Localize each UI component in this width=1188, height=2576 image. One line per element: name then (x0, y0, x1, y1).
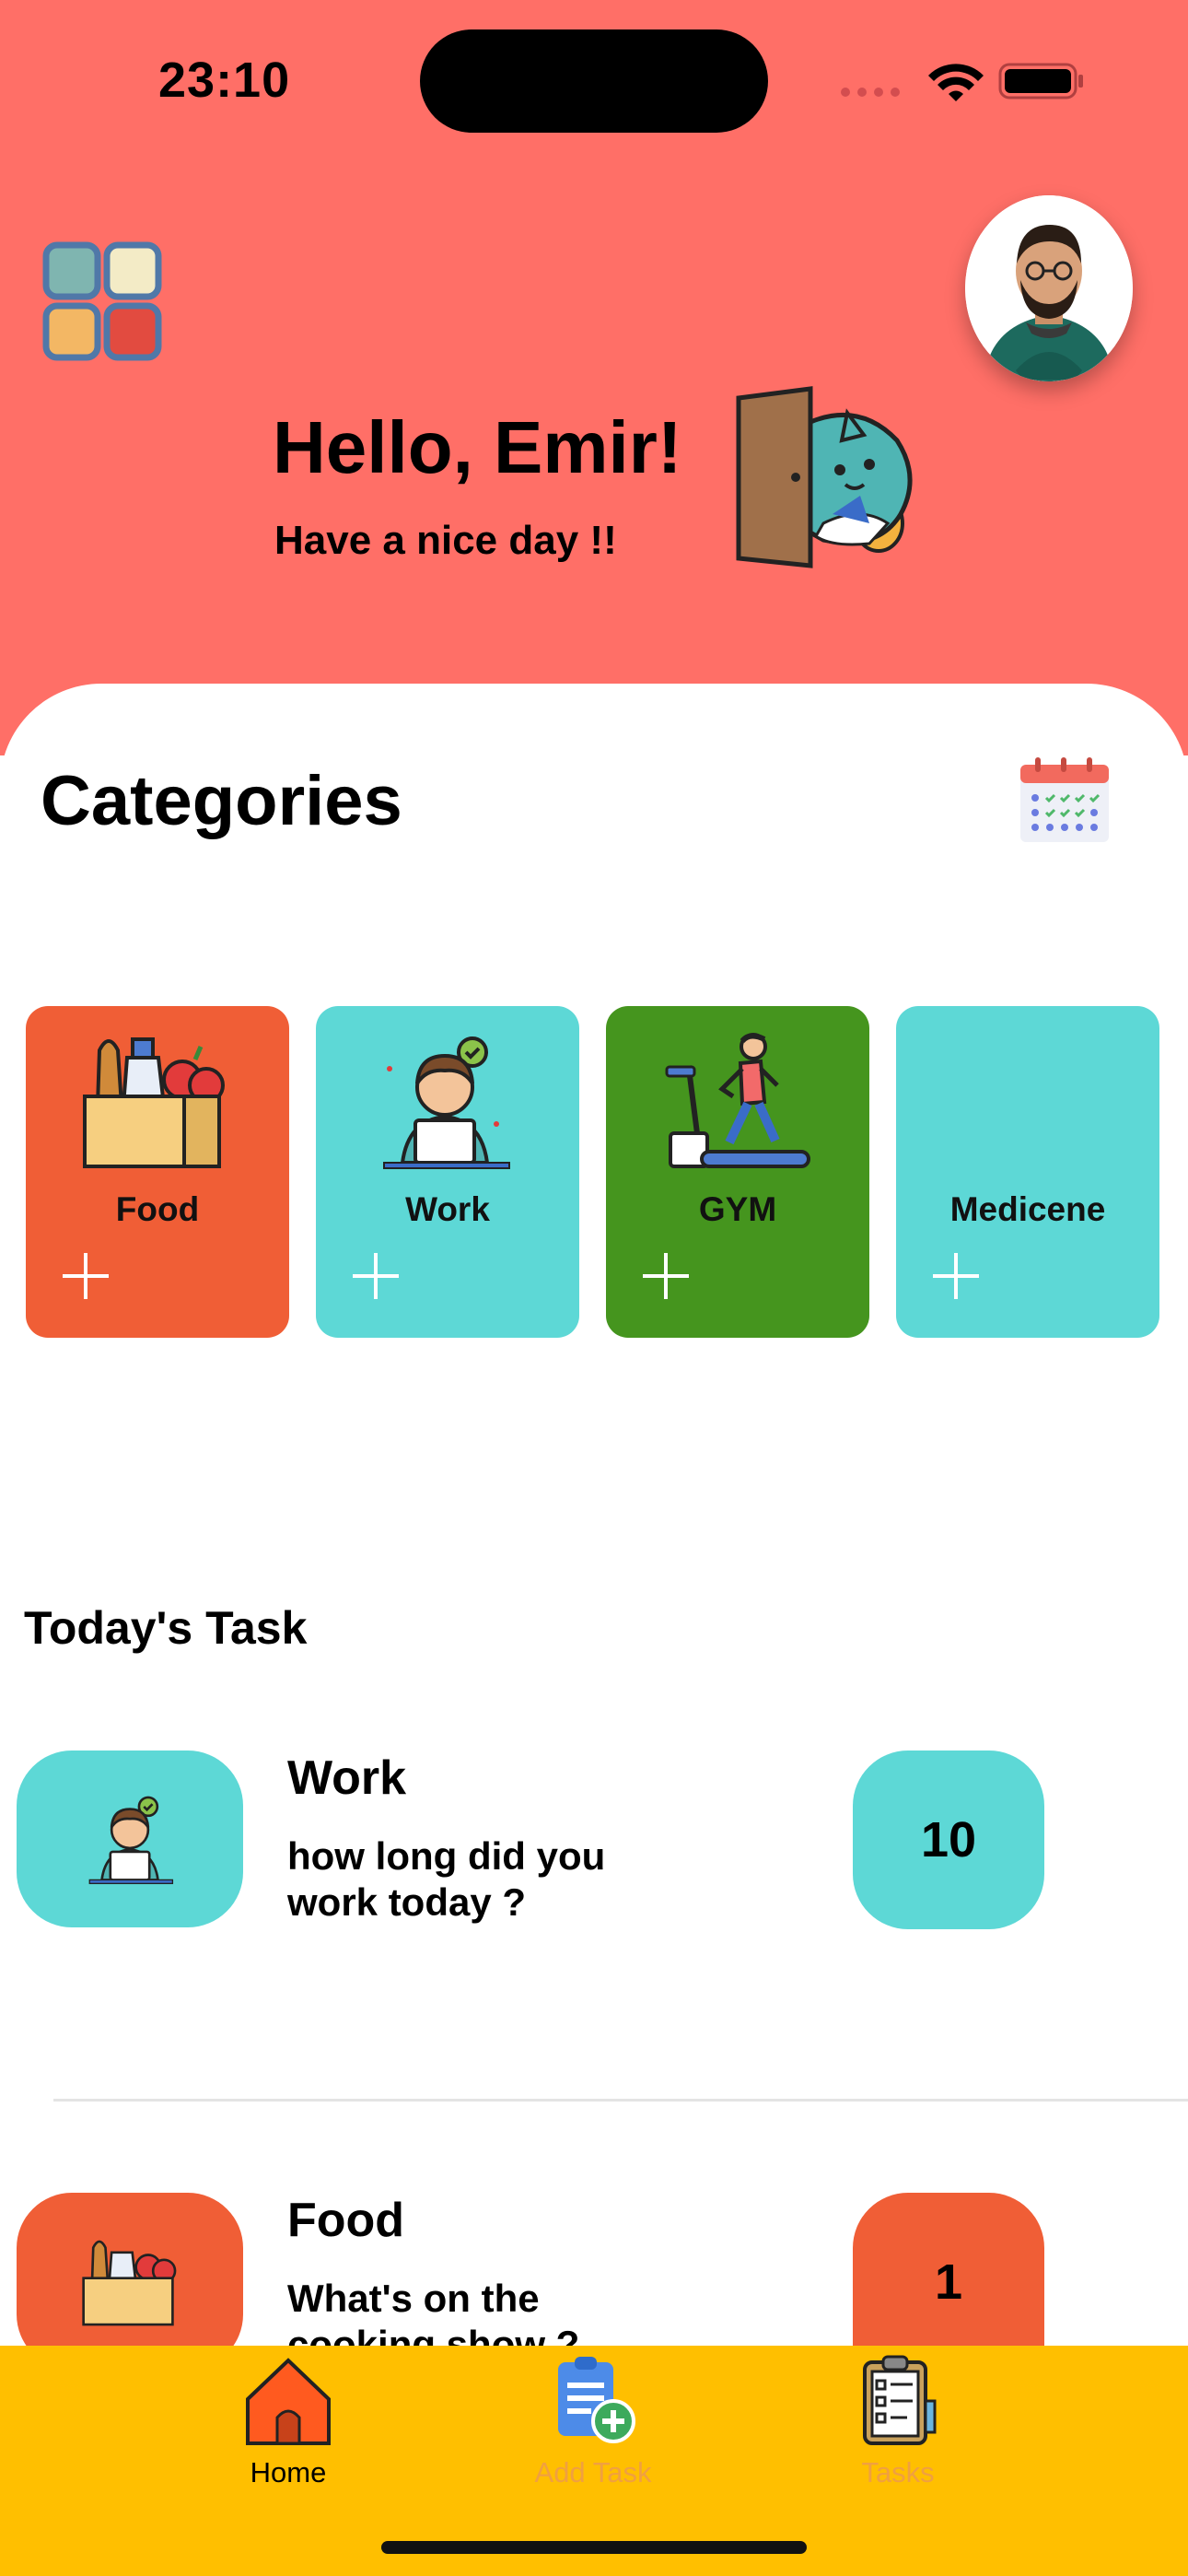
calendar-icon[interactable] (1017, 754, 1112, 846)
tab-label: Add Task (534, 2456, 652, 2488)
add-document-icon (558, 2357, 635, 2443)
tab-tasks[interactable]: Tasks (806, 2355, 990, 2488)
categories-title: Categories (41, 762, 402, 840)
category-name: Medicene (949, 1190, 1106, 1228)
grocery-bag-icon (83, 1037, 225, 1168)
task-count-badge[interactable]: 1 (853, 2193, 1044, 2346)
add-plus-icon[interactable] (63, 1253, 109, 1299)
add-plus-icon[interactable] (353, 1253, 399, 1299)
category-name: GYM (698, 1190, 777, 1228)
task-name: Food (287, 2194, 405, 2247)
task-count-badge[interactable]: 10 (853, 1751, 1044, 1929)
add-plus-icon[interactable] (643, 1253, 689, 1299)
greeting-subtitle: Have a nice day !! (274, 518, 617, 563)
tab-home[interactable]: Home (196, 2355, 380, 2488)
tab-add-task[interactable]: Add Task (501, 2355, 685, 2488)
person-laptop-icon (88, 1796, 174, 1885)
wifi-icon (928, 64, 984, 101)
battery-icon (998, 63, 1083, 100)
status-icons (841, 63, 1083, 101)
home-indicator (381, 2541, 807, 2554)
task-thumbnail[interactable] (17, 1751, 243, 1927)
task-description: What's on the cooking show ? (287, 2277, 580, 2346)
todays-task-title: Today's Task (24, 1602, 308, 1654)
home-icon (246, 2358, 331, 2445)
add-plus-icon[interactable] (933, 1253, 979, 1299)
menu-grid-icon[interactable] (42, 241, 162, 361)
task-name: Work (287, 1751, 407, 1805)
tab-label: Home (250, 2456, 327, 2488)
mascot-door-icon (736, 386, 913, 568)
task-divider (53, 2099, 1188, 2102)
greeting: Hello, Emir! (273, 406, 682, 488)
category-card-gym[interactable]: GYM (606, 1006, 869, 1338)
dynamic-island (420, 29, 768, 133)
status-time: 23:10 (158, 53, 291, 108)
category-card-work[interactable]: Work (316, 1006, 579, 1338)
clipboard-checklist-icon (863, 2355, 937, 2445)
task-thumbnail[interactable] (17, 2193, 243, 2370)
category-card-food[interactable]: Food (26, 1006, 289, 1338)
person-laptop-icon (383, 1036, 510, 1169)
avatar[interactable] (965, 195, 1133, 381)
category-name: Work (405, 1190, 490, 1228)
task-description: how long did you work today ? (287, 1834, 606, 1924)
category-card-medicene[interactable]: Medicene (896, 1006, 1159, 1338)
profile-photo-icon (965, 195, 1133, 381)
task-count-value: 1 (934, 2254, 963, 2310)
treadmill-runner-icon (665, 1033, 810, 1168)
cellular-icon (841, 88, 900, 97)
tab-label: Tasks (861, 2456, 935, 2488)
grocery-bag-icon (82, 2240, 177, 2326)
category-name: Food (115, 1190, 200, 1228)
